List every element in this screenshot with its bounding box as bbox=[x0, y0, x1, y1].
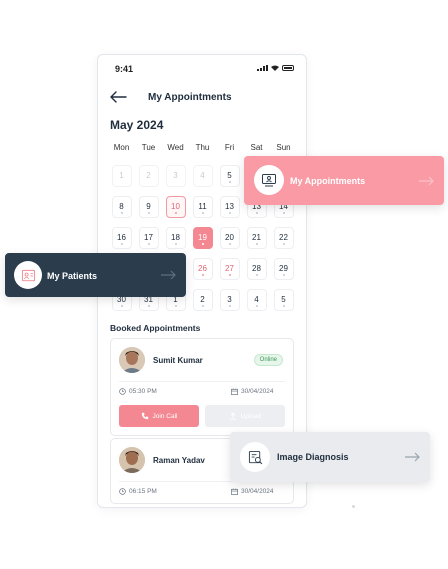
weekday-label: Fri bbox=[224, 143, 235, 152]
image-diagnosis-label: Image Diagnosis bbox=[277, 452, 349, 462]
appointment-time: 06:15 PM bbox=[119, 488, 157, 495]
clock-icon bbox=[119, 388, 126, 395]
calendar-day[interactable]: 26 bbox=[192, 258, 213, 280]
appointment-time: 05:30 PM bbox=[119, 388, 157, 395]
phone-icon bbox=[141, 412, 148, 420]
signal-icon bbox=[257, 65, 268, 71]
weekday-label: Wed bbox=[167, 143, 184, 152]
avatar bbox=[119, 347, 145, 373]
calendar-day[interactable]: 17 bbox=[138, 227, 159, 249]
my-appointments-label: My Appointments bbox=[290, 176, 366, 186]
weekday-label: Sat bbox=[250, 143, 263, 152]
weekday-label: Sun bbox=[276, 143, 291, 152]
calendar-day[interactable]: 5 bbox=[273, 289, 294, 311]
calendar-day[interactable]: 11 bbox=[192, 196, 213, 218]
image-diagnosis-icon bbox=[240, 442, 270, 472]
my-patients-card[interactable]: My Patients bbox=[5, 253, 186, 297]
weekday-label: Thu bbox=[195, 143, 210, 152]
calendar-day[interactable]: 4 bbox=[192, 165, 213, 187]
patient-name: Raman Yadav bbox=[153, 456, 205, 465]
appointment-date: 30/04/2024 bbox=[231, 488, 274, 495]
weekday-label: Tue bbox=[141, 143, 156, 152]
patients-icon bbox=[14, 261, 42, 289]
calendar-weekdays: Mon Tue Wed Thu Fri Sat Sun bbox=[108, 143, 298, 152]
appointment-device-icon bbox=[254, 165, 284, 195]
appointment-card[interactable]: Sumit Kumar Online 05:30 PM 30/04/2024 J… bbox=[110, 338, 294, 436]
calendar-day[interactable]: 9 bbox=[138, 196, 159, 218]
calendar-day[interactable]: 4 bbox=[246, 289, 267, 311]
appointment-date: 30/04/2024 bbox=[231, 388, 274, 395]
booked-appointments-title: Booked Appointments bbox=[110, 323, 201, 333]
calendar-day-today[interactable]: 10 bbox=[165, 196, 186, 218]
calendar-icon bbox=[231, 388, 238, 395]
calendar-day[interactable]: 1 bbox=[111, 165, 132, 187]
weekday-label: Mon bbox=[113, 143, 130, 152]
back-arrow-icon[interactable] bbox=[109, 90, 127, 104]
card-divider bbox=[119, 381, 285, 382]
calendar-day[interactable]: 28 bbox=[246, 258, 267, 280]
patient-name: Sumit Kumar bbox=[153, 356, 203, 365]
upload-button[interactable]: Upload bbox=[205, 405, 285, 427]
status-time: 9:41 bbox=[115, 64, 134, 74]
calendar-day[interactable]: 18 bbox=[165, 227, 186, 249]
calendar-day[interactable]: 16 bbox=[111, 227, 132, 249]
arrow-right-icon bbox=[405, 452, 420, 462]
upload-icon bbox=[229, 412, 236, 420]
calendar-day[interactable]: 29 bbox=[273, 258, 294, 280]
arrow-right-icon bbox=[161, 270, 176, 280]
calendar-day-selected[interactable]: 19 bbox=[192, 227, 213, 249]
calendar-day[interactable]: 20 bbox=[219, 227, 240, 249]
calendar-day[interactable]: 27 bbox=[219, 258, 240, 280]
my-appointments-card[interactable]: My Appointments bbox=[244, 156, 444, 205]
battery-icon bbox=[282, 65, 294, 71]
join-call-button[interactable]: Join Call bbox=[119, 405, 199, 427]
calendar-day[interactable]: 22 bbox=[273, 227, 294, 249]
avatar bbox=[119, 447, 145, 473]
nav-bar: My Appointments bbox=[98, 88, 306, 108]
calendar-day[interactable]: 3 bbox=[165, 165, 186, 187]
calendar-day[interactable]: 21 bbox=[246, 227, 267, 249]
decorative-dot bbox=[352, 505, 355, 508]
calendar-day[interactable]: 3 bbox=[219, 289, 240, 311]
calendar-day[interactable]: 2 bbox=[138, 165, 159, 187]
calendar-day[interactable]: 8 bbox=[111, 196, 132, 218]
clock-icon bbox=[119, 488, 126, 495]
calendar-month-label: May 2024 bbox=[110, 118, 164, 132]
wifi-icon bbox=[271, 65, 279, 71]
status-icons bbox=[257, 65, 294, 71]
page-title: My Appointments bbox=[148, 92, 232, 103]
calendar-day[interactable]: 2 bbox=[192, 289, 213, 311]
my-patients-label: My Patients bbox=[47, 271, 98, 281]
arrow-right-icon bbox=[419, 176, 434, 186]
calendar-day[interactable]: 5 bbox=[219, 165, 240, 187]
calendar-day[interactable]: 13 bbox=[219, 196, 240, 218]
calendar-icon bbox=[231, 488, 238, 495]
image-diagnosis-card[interactable]: Image Diagnosis bbox=[230, 432, 430, 482]
status-badge: Online bbox=[253, 354, 283, 366]
status-bar: 9:41 bbox=[98, 55, 306, 81]
